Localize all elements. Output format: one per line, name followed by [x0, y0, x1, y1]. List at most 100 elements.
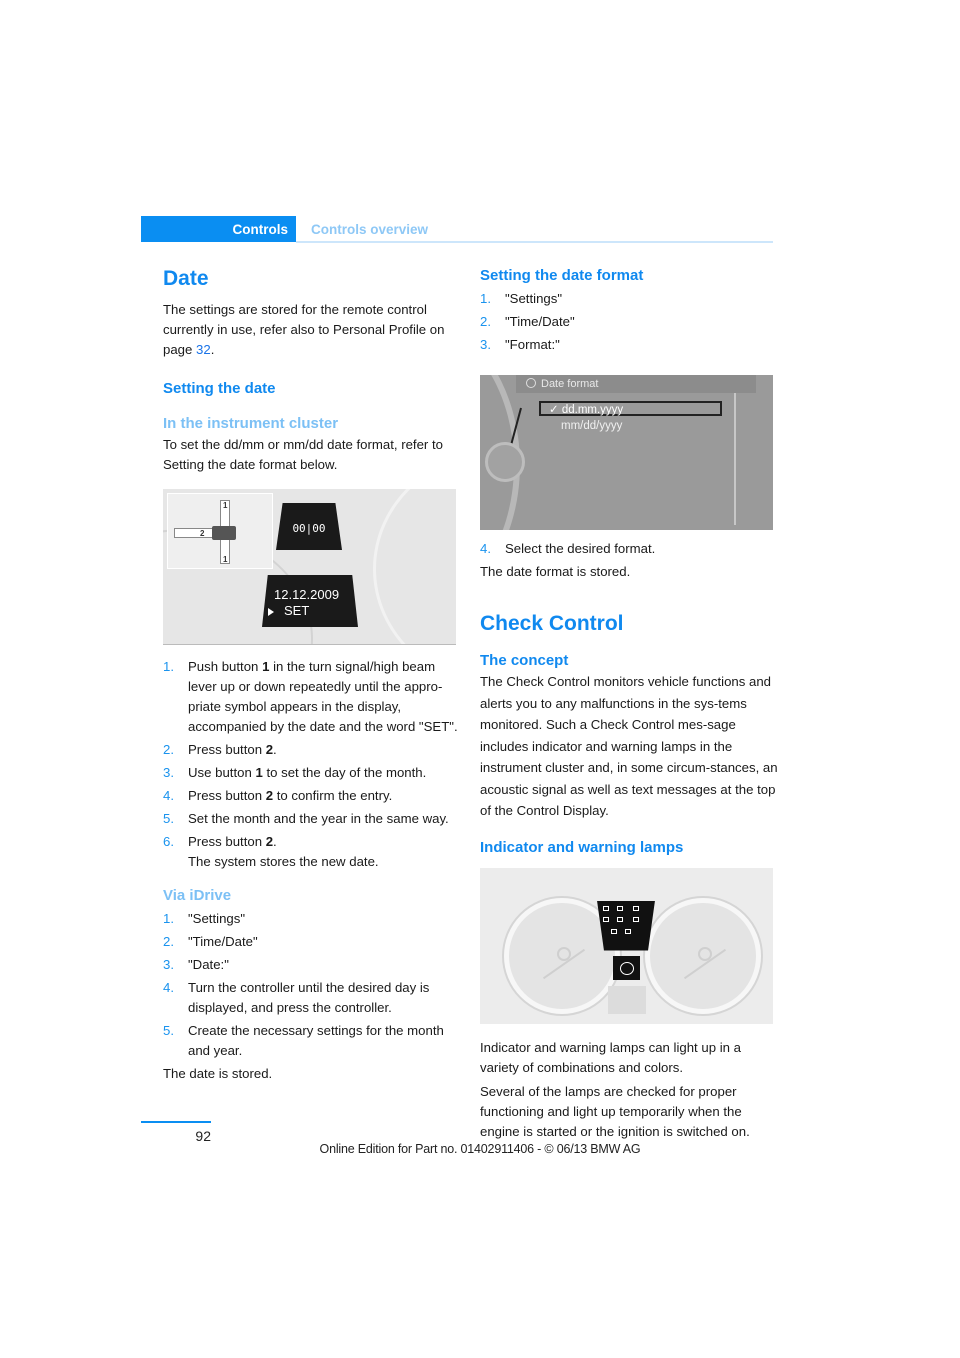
lever-label-1-bottom: 1 — [223, 555, 228, 564]
list-item: 1. "Settings" — [480, 289, 780, 309]
turn-signal-lever — [212, 526, 236, 540]
option-dd-mm-yyyy[interactable]: ✓ dd.mm.yyyy — [539, 401, 722, 416]
warning-lamp-icon — [613, 955, 640, 980]
subsection-title: Controls overview — [311, 222, 429, 237]
step-number: 2. — [163, 742, 174, 757]
format-steps: 1. "Settings" 2. "Time/Date" 3. "Format:" — [480, 289, 780, 355]
step-text: "Date:" — [188, 957, 229, 972]
step-number: 2. — [480, 314, 491, 329]
step-text: "Time/Date" — [188, 934, 258, 949]
cluster-steps: 1. Push button 1 in the turn signal/high … — [163, 657, 463, 872]
step-text: . — [273, 742, 277, 757]
step-text: Select the desired format. — [505, 541, 656, 556]
idrive-result: The date is stored. — [163, 1066, 273, 1081]
step-number: 1. — [163, 659, 174, 674]
step-text: Press button — [188, 742, 266, 757]
scrollbar[interactable] — [734, 385, 742, 525]
list-item: 6. Press button 2. The system stores the n… — [163, 832, 463, 872]
lever-label-2: 2 — [200, 529, 205, 538]
date-intro-suffix: . — [210, 342, 215, 357]
step-text: . — [273, 834, 277, 849]
arrow-push-icon — [174, 528, 214, 538]
list-item: 4. Press button 2 to confirm the entry. — [163, 786, 463, 806]
lamp-icon — [633, 916, 639, 922]
page-link[interactable]: 32 — [196, 342, 211, 357]
header-divider — [296, 241, 773, 243]
step-result: The system stores the new date. — [188, 854, 379, 869]
lever-inset: 1 1 2 — [167, 493, 273, 569]
step-text: Press button — [188, 834, 266, 849]
list-item: 3. Use button 1 to set the day of the mon… — [163, 763, 463, 783]
tachometer — [645, 897, 761, 1014]
lamps-text-1: Indicator and warning lamps can light up… — [480, 1039, 741, 1075]
gauge-arc-right — [373, 489, 456, 644]
lamps-text-2: Several of the lamps are checked for pro… — [480, 1083, 750, 1139]
cluster-heading: In the instrument cluster — [163, 415, 339, 432]
lamp-icon — [617, 905, 623, 911]
footer-divider — [141, 1121, 211, 1123]
screen-title-bar: Date format — [516, 375, 756, 393]
option-mm-dd-yyyy[interactable]: mm/dd/yyyy — [539, 419, 722, 434]
play-triangle-icon — [268, 608, 274, 616]
button-ref: 2 — [265, 788, 274, 803]
format-step-4: 4. Select the desired format. — [480, 539, 780, 559]
lamp-icon — [603, 916, 609, 922]
button-ref: 2 — [265, 742, 274, 757]
step-text: Set the month and the year in the same w… — [188, 811, 449, 826]
list-item: 5. Set the month and the year in the same… — [163, 809, 463, 829]
step-text: Turn the controller until the desired da… — [188, 980, 430, 1015]
button-ref: 2 — [265, 834, 274, 849]
list-item: 2. "Time/Date" — [480, 312, 780, 332]
date-format-screen: Date format ✓ dd.mm.yyyy mm/dd/yyyy — [480, 375, 773, 530]
display-date: 12.12.2009 — [274, 587, 340, 602]
step-text: Create the necessary settings for the mo… — [188, 1023, 444, 1058]
step-number: 3. — [163, 765, 174, 780]
lamps-heading: Indicator and warning lamps — [480, 838, 684, 856]
display-set: SET — [284, 603, 310, 618]
step-number: 3. — [163, 957, 174, 972]
option-label: mm/dd/yyyy — [561, 420, 623, 432]
lever-label-1-top: 1 — [223, 501, 228, 510]
date-intro: The settings are stored for the remote c… — [163, 300, 463, 360]
step-text: "Time/Date" — [505, 314, 575, 329]
check-icon: ✓ — [549, 404, 559, 416]
idrive-steps: 1. "Settings" 2. "Time/Date" 3. "Date:" 4. T… — [163, 909, 463, 1061]
list-item: 2. "Time/Date" — [163, 932, 463, 952]
date-symbol-display: 00|00 — [276, 503, 342, 550]
setting-date-heading: Setting the date — [163, 380, 276, 397]
screen-title: Date format — [541, 378, 599, 390]
list-item: 2. Press button 2. — [163, 740, 463, 760]
step-text: "Settings" — [505, 291, 563, 306]
warning-lamps-figure — [480, 867, 773, 1024]
lamp-icon — [625, 928, 631, 934]
step-text: Press button — [188, 788, 266, 803]
date-heading: Date — [163, 267, 209, 290]
step-text: "Format:" — [505, 337, 560, 352]
button-ref: 1 — [255, 765, 263, 780]
check-control-heading: Check Control — [480, 612, 624, 635]
list-item: 3. "Format:" — [480, 335, 780, 355]
concept-heading: The concept — [480, 652, 569, 669]
step-number: 4. — [480, 541, 491, 556]
step-number: 6. — [163, 834, 174, 849]
list-item: 5. Create the necessary settings for the … — [163, 1021, 463, 1061]
step-text: Push button — [188, 659, 263, 674]
step-text: to set the day of the month. — [262, 765, 427, 780]
step-number: 1. — [480, 291, 491, 306]
gauge-hub — [698, 946, 712, 961]
right-column: Setting the date format 1. "Settings" 2. "… — [480, 266, 780, 1142]
step-text: to confirm the entry. — [273, 788, 393, 803]
step-number: 5. — [163, 1023, 174, 1038]
lamp-icon — [611, 928, 617, 934]
edition-notice: Online Edition for Part no. 01402911406 … — [319, 1142, 641, 1156]
list-item: 1. Push button 1 in the turn signal/high … — [163, 657, 463, 737]
lamp-icon — [617, 916, 623, 922]
step-number: 2. — [163, 934, 174, 949]
cluster-intro: To set the dd/mm or mm/dd date format, r… — [163, 437, 443, 472]
list-item: 4. Turn the controller until the desired … — [163, 978, 463, 1018]
instrument-cluster-figure: 1 1 2 00|00 12.12.2009 SET — [163, 489, 456, 645]
list-item: 4. Select the desired format. — [480, 539, 780, 559]
step-text: "Settings" — [188, 911, 246, 926]
option-label: dd.mm.yyyy — [561, 404, 624, 416]
lower-display — [608, 985, 646, 1014]
